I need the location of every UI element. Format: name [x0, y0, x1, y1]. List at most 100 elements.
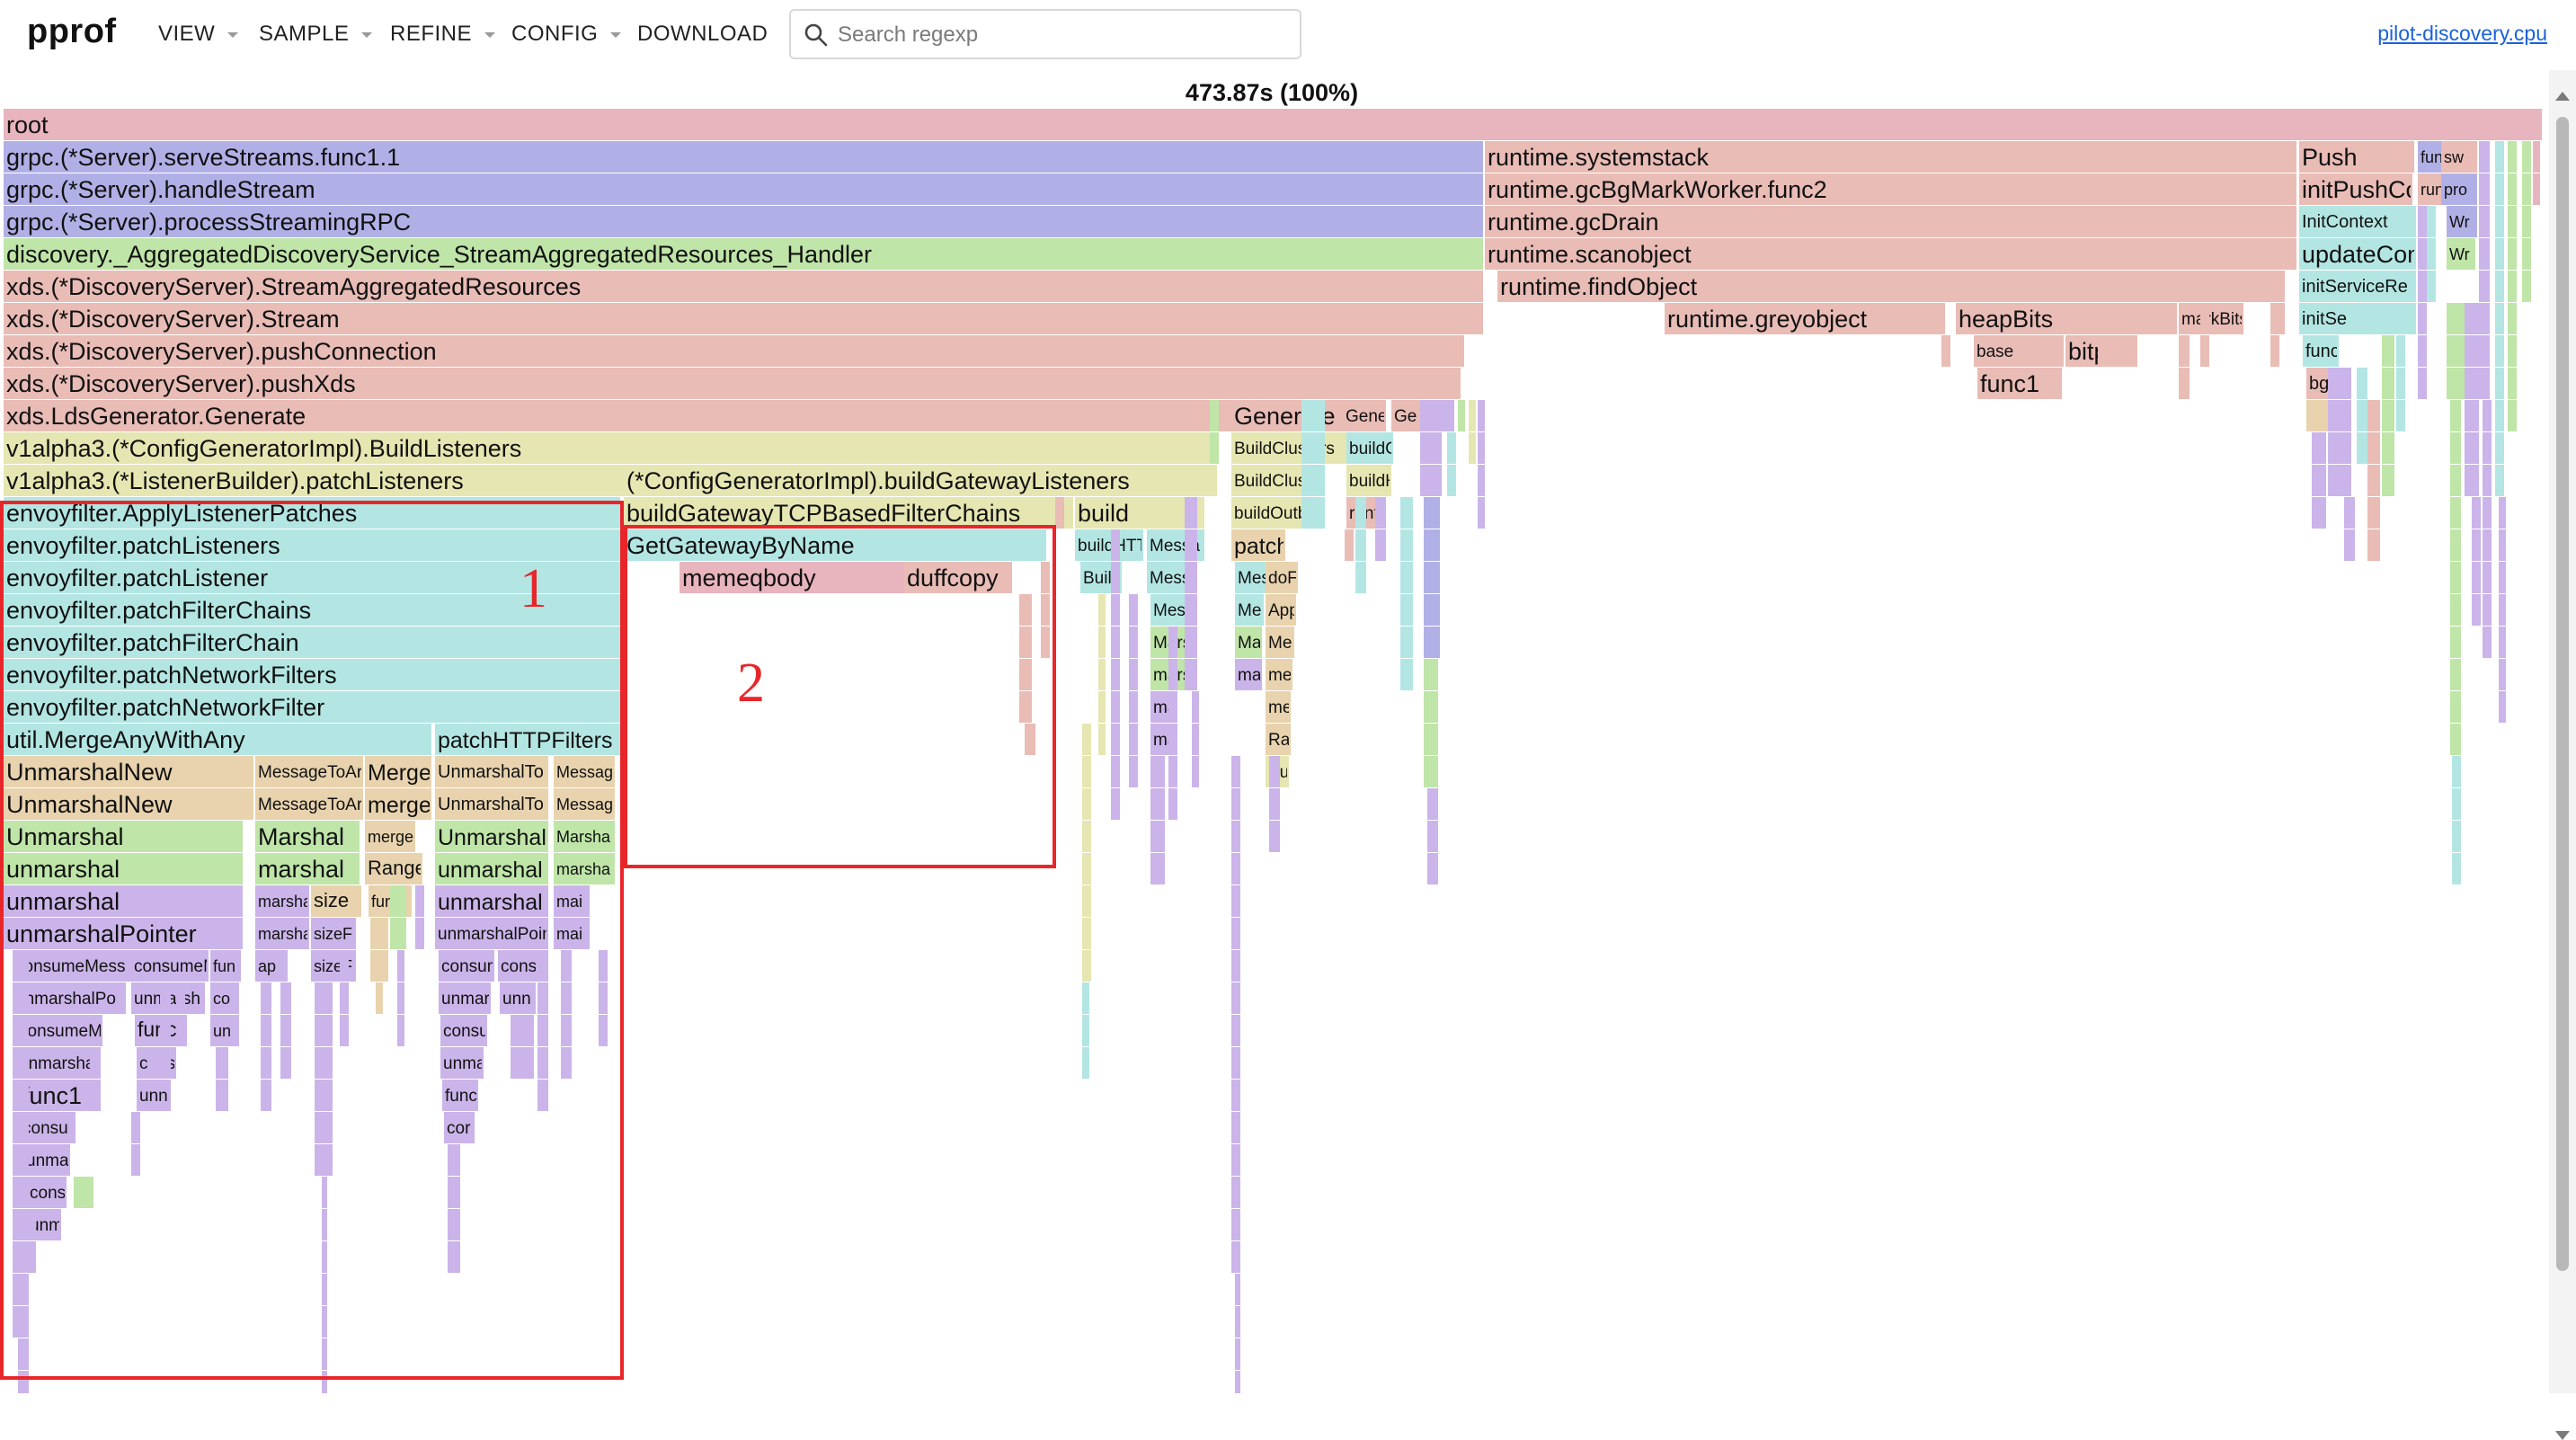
flame-frame[interactable] — [2427, 238, 2436, 270]
flame-frame[interactable] — [1235, 1274, 1240, 1305]
flame-frame[interactable] — [1269, 788, 1280, 820]
flame-frame[interactable] — [1420, 400, 1442, 431]
flame-frame[interactable] — [1185, 659, 1197, 690]
flame-frame[interactable] — [2179, 368, 2190, 399]
flame-frame[interactable] — [2450, 724, 2461, 755]
flame-frame[interactable] — [1192, 691, 1199, 723]
flame-frame[interactable] — [1082, 724, 1091, 755]
flame-frame[interactable] — [1098, 659, 1106, 690]
flame-frame[interactable] — [1111, 756, 1120, 787]
scroll-up-icon[interactable] — [2555, 92, 2570, 101]
flame-frame[interactable] — [2450, 529, 2461, 561]
flame-frame[interactable] — [1192, 756, 1199, 787]
flame-frame[interactable] — [1082, 853, 1091, 884]
flame-frame[interactable] — [1192, 724, 1199, 755]
flame-frame[interactable] — [2508, 335, 2517, 367]
flame-frame[interactable] — [2367, 400, 2380, 431]
flame-frame[interactable] — [1231, 982, 1240, 1014]
flame-frame[interactable] — [2278, 303, 2285, 334]
flame-frame[interactable] — [1185, 627, 1197, 658]
flame-frame[interactable] — [1231, 1015, 1240, 1046]
flame-frame[interactable] — [2483, 594, 2492, 626]
flame-frame[interactable] — [2499, 594, 2506, 626]
flame-frame[interactable] — [2483, 465, 2492, 496]
flame-frame[interactable] — [1111, 691, 1120, 723]
flame-frame[interactable] — [2499, 659, 2506, 690]
flame-frame[interactable] — [2450, 562, 2461, 593]
flame-frame[interactable] — [1400, 594, 1413, 626]
flame-frame[interactable] — [2396, 335, 2405, 367]
flame-frame[interactable] — [1301, 465, 1325, 496]
flame-frame[interactable] — [1269, 821, 1280, 852]
flame-frame[interactable] — [2465, 335, 2479, 367]
flame-frame[interactable] — [2465, 303, 2479, 334]
flame-frame[interactable] — [1231, 821, 1240, 852]
flame-frame[interactable] — [2382, 368, 2394, 399]
flame-frame[interactable] — [1231, 918, 1240, 949]
flame-frame[interactable] — [1210, 400, 1219, 431]
flame-frame[interactable] — [1150, 821, 1165, 852]
flame-frame[interactable] — [1231, 885, 1240, 917]
flame-frame[interactable] — [2450, 432, 2461, 464]
flame-frame[interactable] — [2479, 206, 2490, 237]
flame-frame[interactable] — [1301, 400, 1325, 431]
flame-frame[interactable] — [1447, 465, 1456, 496]
flame-frame[interactable] — [1447, 432, 1456, 464]
flame-frame[interactable] — [2382, 400, 2394, 431]
flame-frame[interactable] — [1111, 627, 1120, 658]
flame-frame[interactable] — [1400, 497, 1413, 529]
flame-frame[interactable] — [2508, 141, 2517, 173]
flame-frame[interactable] — [1168, 724, 1177, 755]
flame-frame[interactable] — [2418, 368, 2427, 399]
flame-frame[interactable] — [1082, 788, 1091, 820]
flame-frame[interactable] — [1427, 853, 1438, 884]
flame-frame[interactable] — [1420, 465, 1442, 496]
flame-frame[interactable] — [1478, 465, 1485, 496]
flame-frame[interactable] — [1400, 562, 1413, 593]
flame-frame[interactable] — [1355, 529, 1366, 561]
flame-frame[interactable] — [1235, 1306, 1240, 1338]
flame-frame[interactable] — [1420, 432, 1442, 464]
flame-frame[interactable] — [1082, 982, 1089, 1014]
flame-frame[interactable] — [1231, 950, 1240, 982]
flame-frame[interactable] — [1129, 659, 1138, 690]
flame-frame[interactable] — [2452, 853, 2461, 884]
flame-frame[interactable] — [1231, 1241, 1240, 1273]
flame-frame[interactable] — [2270, 335, 2279, 367]
flame-frame[interactable] — [1129, 691, 1138, 723]
flame-frame[interactable] — [2450, 400, 2461, 431]
flame-frame[interactable] — [1082, 885, 1091, 917]
flame-frame[interactable] — [1442, 400, 1454, 431]
flame-frame[interactable] — [1231, 1209, 1240, 1240]
flame-frame[interactable] — [2328, 465, 2351, 496]
flame-frame[interactable] — [1355, 497, 1366, 529]
flame-frame[interactable] — [1082, 950, 1091, 982]
flame-frame[interactable] — [2367, 529, 2380, 561]
flame-frame[interactable] — [2450, 497, 2461, 529]
flame-frame[interactable] — [2483, 400, 2492, 431]
flame-frame[interactable] — [2357, 432, 2367, 464]
flame-frame[interactable] — [2344, 497, 2355, 529]
flame-frame[interactable] — [1427, 821, 1438, 852]
flame-frame[interactable] — [2533, 173, 2540, 205]
flame-frame[interactable] — [2508, 206, 2517, 237]
flame-frame[interactable] — [1424, 627, 1440, 658]
flame-frame[interactable] — [1185, 529, 1197, 561]
flame-frame[interactable] — [2499, 627, 2506, 658]
flame-frame[interactable] — [1111, 659, 1120, 690]
flame-frame[interactable] — [2452, 821, 2461, 852]
flame-frame[interactable] — [2472, 562, 2481, 593]
flame-frame[interactable] — [2465, 400, 2479, 431]
flame-frame[interactable] — [1168, 756, 1177, 787]
flame-frame[interactable] — [2357, 368, 2367, 399]
flame-frame[interactable] — [1478, 400, 1485, 431]
flame-frame[interactable] — [1168, 691, 1177, 723]
flame-frame[interactable] — [1111, 529, 1120, 561]
flame-frame[interactable] — [2495, 432, 2504, 464]
flame-frame[interactable] — [2278, 271, 2285, 302]
flame-frame[interactable] — [1150, 756, 1165, 787]
flame-frame[interactable] — [2495, 238, 2504, 270]
flame-frame[interactable] — [2312, 465, 2326, 496]
flame-frame[interactable] — [1458, 400, 1465, 431]
flame-frame[interactable] — [2483, 497, 2492, 529]
